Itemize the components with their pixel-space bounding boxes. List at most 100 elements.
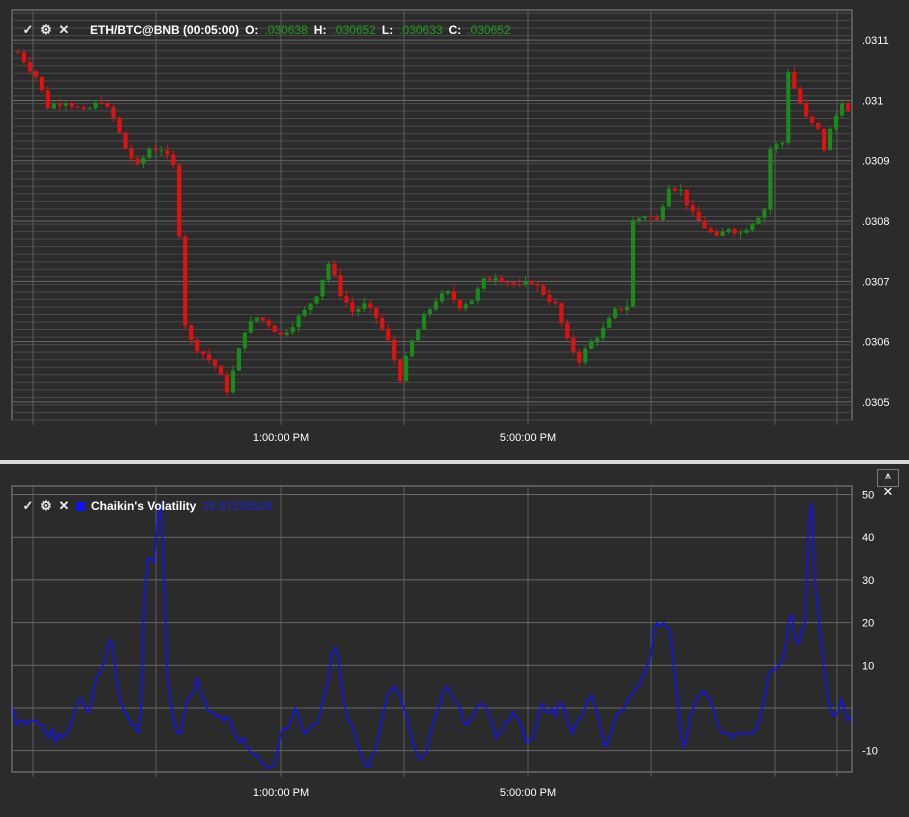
candle-body (750, 223, 755, 231)
candle-body (69, 103, 74, 107)
candle-body (398, 360, 403, 382)
candle-body (189, 325, 194, 340)
candle-body (792, 72, 797, 89)
close-icon[interactable]: ✕ (58, 498, 70, 514)
candle-body (212, 360, 218, 366)
candle-body (487, 278, 492, 281)
candle-body (756, 217, 761, 224)
candle-body (798, 88, 803, 104)
candle-body (350, 302, 355, 312)
close-panel-button[interactable]: ✕ (879, 484, 897, 500)
y-tick-label: .0311 (862, 35, 889, 47)
price-chart[interactable]: .0311 .031 .0309 .0308 .0307 .0306 .0305 1:00:0… (0, 0, 909, 460)
candle-body (636, 218, 642, 221)
check-icon[interactable]: ✓ (22, 498, 34, 514)
candle-body (589, 340, 594, 349)
candle-body (511, 282, 516, 285)
candle-body (654, 217, 660, 220)
candle-body (541, 285, 546, 296)
candle-body (129, 149, 134, 159)
candle-body (523, 281, 528, 285)
candle-body (822, 128, 827, 151)
candle-body (786, 72, 791, 143)
candle-body (93, 102, 98, 109)
y-tick-label: 10 (862, 660, 874, 672)
candle-body (433, 301, 439, 310)
candle-body (445, 290, 451, 294)
candle-body (39, 76, 44, 91)
x-tick-label: 5:00:00 PM (500, 432, 556, 444)
y-tick-label: 30 (862, 575, 874, 587)
candle-body (642, 216, 648, 219)
candle-body (571, 338, 576, 352)
y-tick-label: .031 (862, 95, 883, 107)
candle-body (415, 329, 421, 341)
candle-body (469, 300, 474, 305)
candle-body (368, 303, 373, 308)
candle-body (780, 142, 785, 145)
candle-body (81, 107, 86, 109)
candle-body (463, 304, 468, 309)
candle-body (553, 301, 558, 304)
gear-icon[interactable]: ⚙ (40, 498, 52, 514)
candle-body (577, 351, 582, 363)
candle-body (720, 231, 725, 236)
candle-body (392, 339, 397, 361)
candle-body (290, 327, 295, 333)
close-icon[interactable]: ✕ (58, 22, 70, 38)
candle-body (272, 325, 277, 333)
price-legend: ✓ ⚙ ✕ ETH/BTC@BNB (00:05:00) O: .030638 … (22, 22, 511, 38)
price-chart-panel[interactable]: .0311 .031 .0309 .0308 .0307 .0306 .0305 1:00:0… (0, 0, 909, 460)
candle-body (153, 149, 158, 151)
candle-body (380, 317, 385, 330)
candle-body (696, 211, 701, 221)
candle-body (296, 315, 301, 328)
candle-body (165, 150, 170, 155)
candle-body (278, 332, 283, 335)
panel-splitter[interactable] (0, 460, 909, 464)
candle-body (27, 62, 33, 72)
indicator-chart[interactable]: 50 40 30 20 10 -10 1:00:00 PM 5:00:00 PM (0, 466, 909, 817)
ohlc-close-label: C: (448, 23, 462, 37)
candle-body (404, 356, 409, 382)
candle-body (332, 263, 337, 276)
check-icon[interactable]: ✓ (22, 22, 34, 38)
candle-body (493, 277, 498, 281)
x-tick-label: 5:00:00 PM (500, 787, 556, 799)
candle-body (308, 303, 313, 310)
plot-area (11, 9, 853, 421)
candle-body (374, 307, 379, 318)
candle-body (21, 52, 27, 63)
candle-body (475, 288, 480, 301)
candle-body (230, 370, 236, 393)
candle-body (726, 228, 731, 232)
candle-body (529, 281, 534, 285)
y-tick-label: 50 (862, 490, 874, 502)
candle-body (141, 157, 146, 164)
candle-body (601, 327, 606, 339)
candle-body (845, 103, 851, 112)
ohlc-low-value: .030633 (399, 23, 443, 37)
candle-body (105, 103, 110, 107)
candle-body (51, 104, 56, 109)
candle-body (547, 295, 552, 302)
candle-body (702, 220, 707, 229)
y-tick-label: .0307 (862, 276, 890, 288)
candle-body (499, 277, 504, 282)
candle-body (607, 317, 612, 328)
candle-body (33, 71, 38, 77)
candle-body (266, 320, 271, 326)
candle-body (517, 284, 522, 286)
gear-icon[interactable]: ⚙ (40, 22, 52, 38)
y-tick-label: .0308 (862, 216, 890, 228)
candle-body (147, 149, 152, 158)
candle-body (87, 108, 92, 110)
candle-body (117, 117, 122, 133)
y-tick-label: 40 (862, 532, 874, 544)
candle-body (57, 104, 62, 106)
candle-body (762, 209, 767, 218)
indicator-panel[interactable]: 50 40 30 20 10 -10 1:00:00 PM 5:00:00 PM ✓ ⚙ ✕ … (0, 466, 909, 817)
candle-body (195, 339, 200, 352)
y-tick-label: .0305 (862, 397, 890, 409)
candle-body (738, 232, 743, 234)
